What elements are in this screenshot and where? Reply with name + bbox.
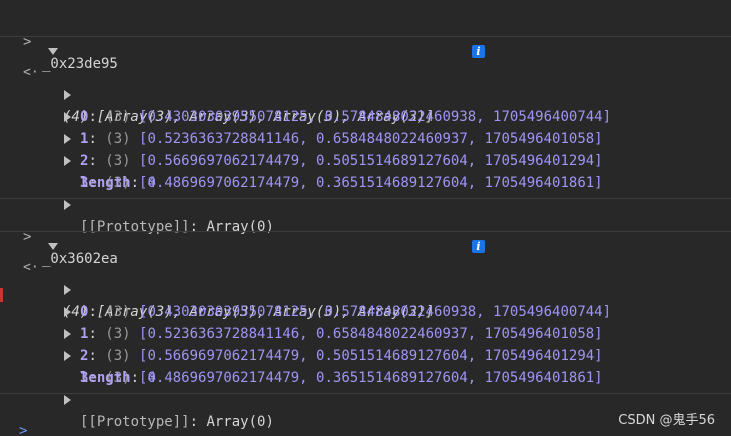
array-entry[interactable]: 3: (3) [0.4869697062174479, 0.3651514689…	[0, 323, 731, 386]
array-entry[interactable]: 3: (3) [0.4869697062174479, 0.3651514689…	[0, 128, 731, 191]
devtools-console: > _0x23de95 <· (4) [Array(3), Array(3), …	[0, 0, 731, 436]
console-input-line[interactable]: > _0x3602ea	[0, 204, 731, 267]
expand-triangle-icon[interactable]	[48, 235, 58, 257]
prompt-chevron-icon: >	[19, 423, 28, 436]
expand-triangle-icon[interactable]	[48, 40, 58, 62]
console-input-line[interactable]: > _0x23de95	[0, 9, 731, 72]
divider	[0, 36, 731, 37]
watermark: CSDN @鬼手56	[618, 413, 715, 428]
divider	[0, 198, 731, 199]
gutter-marker	[0, 288, 3, 302]
array-entry[interactable]: 1: (3) [0.5236363728841146, 0.6584848022…	[0, 279, 731, 342]
info-icon[interactable]: i	[472, 45, 485, 58]
array-entry[interactable]: 2: (3) [0.5669697062174479, 0.5051514689…	[0, 106, 731, 169]
info-icon[interactable]: i	[472, 240, 485, 253]
length-property: length: 4	[80, 175, 156, 191]
array-entry[interactable]: 0: (3) [0.43030303955078125, 0.578484802…	[0, 62, 731, 125]
array-entry[interactable]: 2: (3) [0.5669697062174479, 0.5051514689…	[0, 301, 731, 364]
result-summary-line[interactable]: <· (4) [Array(3), Array(3), Array(3), Ar…	[0, 235, 731, 320]
prototype-entry[interactable]: [[Prototype]]: Array(0)	[0, 172, 731, 235]
array-entry[interactable]: 0: (3) [0.43030303955078125, 0.578484802…	[0, 257, 731, 320]
result-summary-line[interactable]: <· (4) [Array(3), Array(3), Array(3), Ar…	[0, 40, 731, 125]
divider	[0, 393, 731, 394]
divider	[0, 231, 731, 232]
array-entry[interactable]: 1: (3) [0.5236363728841146, 0.6584848022…	[0, 84, 731, 147]
length-property: length: 4	[80, 370, 156, 386]
prototype-entry[interactable]: [[Prototype]]: Array(0)	[0, 367, 731, 430]
